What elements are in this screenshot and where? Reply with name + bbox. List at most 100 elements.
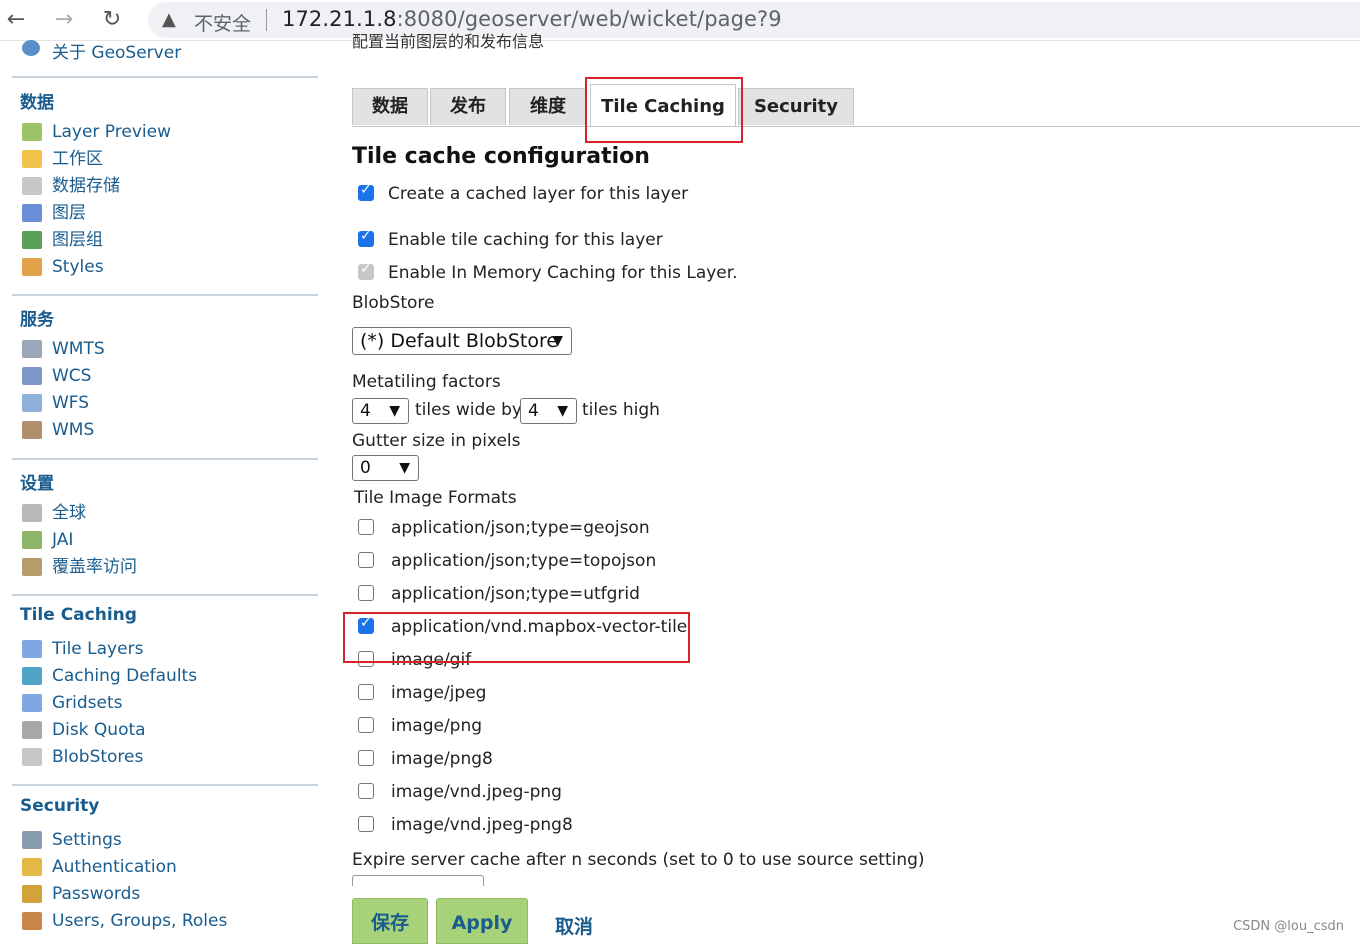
blobstore-label: BlobStore (352, 293, 435, 313)
checkbox-label: image/vnd.jpeg-png (391, 782, 562, 802)
checkbox-label: application/json;type=geojson (391, 518, 650, 538)
checkbox-icon[interactable] (358, 552, 374, 568)
tab-dimensions[interactable]: 维度 (509, 88, 587, 125)
page-description: 配置当前图层的和发布信息 (352, 32, 545, 51)
checkbox-label: image/jpeg (391, 683, 487, 703)
sidebar-section-title: Security (20, 796, 100, 816)
sidebar-item-icon (22, 504, 42, 522)
checkbox-icon[interactable] (358, 750, 374, 766)
checkbox-icon[interactable] (358, 816, 374, 832)
sidebar-item-label: Gridsets (52, 693, 123, 713)
gutter-label: Gutter size in pixels (352, 431, 521, 451)
sidebar-item-label: Styles (52, 257, 104, 277)
tab-data[interactable]: 数据 (352, 88, 428, 125)
main-content: 配置当前图层的和发布信息 数据 发布 维度 Tile Caching Secur… (330, 32, 1360, 944)
sidebar-item-label: 覆盖率访问 (52, 557, 137, 577)
sidebar-item-label: Authentication (52, 857, 177, 877)
sidebar-item-label: 关于 GeoServer (52, 43, 182, 63)
sidebar-section-title: 服务 (20, 310, 54, 330)
tab-divider (352, 126, 1360, 127)
expire-input[interactable] (352, 875, 484, 886)
forward-icon[interactable]: → (50, 6, 78, 34)
browser-toolbar: ← → ↻ ▲ 不安全 172.21.1.8:8080/geoserver/we… (0, 0, 1360, 41)
sidebar-item-label: BlobStores (52, 747, 144, 767)
sidebar-divider (12, 76, 318, 78)
sidebar-item-icon (22, 858, 42, 876)
apply-button[interactable]: Apply (436, 898, 528, 944)
sidebar-item-icon (22, 340, 42, 358)
sidebar-item-icon (22, 885, 42, 903)
checkbox-icon[interactable]: ✓ (358, 228, 374, 247)
checkbox-icon[interactable] (358, 783, 374, 799)
sidebar: 关于 GeoServer 数据 Layer Preview 工作区 数据存储 图层 图层组… (0, 40, 330, 942)
sidebar-item-label: Disk Quota (52, 720, 146, 740)
gutter-select[interactable]: 0 ▼ (352, 455, 419, 481)
checkbox-icon[interactable] (358, 684, 374, 700)
sidebar-item-label: JAI (52, 530, 74, 550)
checkbox-label: Enable tile caching for this layer (388, 230, 663, 250)
checkbox-label: image/png8 (391, 749, 493, 769)
checkbox-label: application/json;type=utfgrid (391, 584, 640, 604)
sidebar-section-title: 设置 (20, 474, 54, 494)
blobstore-select[interactable]: (*) Default BlobStore ▼ (352, 327, 572, 355)
address-divider (266, 9, 267, 31)
back-icon[interactable]: ← (2, 6, 30, 34)
sidebar-item-icon (22, 123, 42, 141)
sidebar-item-label: WMS (52, 420, 95, 440)
sidebar-item-label: Caching Defaults (52, 666, 198, 686)
checkbox-label: Create a cached layer for this layer (388, 184, 689, 204)
sidebar-item-icon (22, 231, 42, 249)
tab-security[interactable]: Security (738, 88, 854, 125)
metatile-high-select[interactable]: 4 ▼ (520, 398, 577, 424)
checkbox-icon[interactable] (358, 585, 374, 601)
sidebar-item-icon (22, 558, 42, 576)
sidebar-item-label: Layer Preview (52, 122, 171, 142)
sidebar-item-icon (22, 640, 42, 658)
sidebar-item-label: Passwords (52, 884, 141, 904)
sidebar-divider (12, 784, 318, 786)
security-status[interactable]: 不安全 (194, 9, 251, 36)
sidebar-item-icon (22, 531, 42, 549)
sidebar-item-label: Settings (52, 830, 122, 850)
sidebar-item-label: 全球 (52, 503, 86, 523)
sidebar-item-icon (22, 421, 42, 439)
chevron-down-icon: ▼ (557, 403, 568, 419)
sidebar-item-icon (22, 667, 42, 685)
sidebar-divider (12, 594, 318, 596)
chevron-down-icon: ▼ (389, 403, 400, 419)
reload-icon[interactable]: ↻ (98, 6, 126, 34)
address-bar[interactable]: ▲ 不安全 172.21.1.8:8080/geoserver/web/wick… (148, 2, 1360, 38)
cancel-link[interactable]: 取消 (555, 912, 593, 939)
sidebar-item-icon (22, 204, 42, 222)
info-icon (22, 40, 40, 56)
sidebar-item-label: WCS (52, 366, 92, 386)
warning-icon: ▲ (162, 9, 176, 30)
tiles-wide-by-label: tiles wide by (415, 400, 522, 420)
watermark: CSDN @lou_csdn (1233, 919, 1344, 934)
metatiling-label: Metatiling factors (352, 372, 501, 392)
checkbox-icon[interactable] (358, 519, 374, 535)
sidebar-divider (12, 458, 318, 460)
sidebar-item-icon (22, 177, 42, 195)
sidebar-item-label: WMTS (52, 339, 105, 359)
select-value: 0 (360, 458, 371, 478)
checkbox-label: Enable In Memory Caching for this Layer. (388, 263, 738, 283)
sidebar-section-title: 数据 (20, 93, 54, 113)
checkbox-label: image/vnd.jpeg-png8 (391, 815, 573, 835)
sidebar-item-label: 图层组 (52, 230, 103, 250)
formats-label: Tile Image Formats (354, 488, 517, 508)
checkbox-icon: ✓ (358, 261, 374, 280)
checkbox-icon[interactable] (358, 717, 374, 733)
sidebar-item-icon (22, 394, 42, 412)
sidebar-item-label: Tile Layers (52, 639, 144, 659)
sidebar-item-label: WFS (52, 393, 90, 413)
sidebar-item-label: 图层 (52, 203, 86, 223)
sidebar-item-icon (22, 721, 42, 739)
highlight-box-format (343, 612, 690, 663)
tab-publishing[interactable]: 发布 (430, 88, 506, 125)
save-button[interactable]: 保存 (352, 898, 428, 944)
checkbox-icon[interactable]: ✓ (358, 182, 374, 201)
metatile-wide-select[interactable]: 4 ▼ (352, 398, 409, 424)
highlight-box-tab (585, 77, 743, 143)
sidebar-divider (12, 294, 318, 296)
